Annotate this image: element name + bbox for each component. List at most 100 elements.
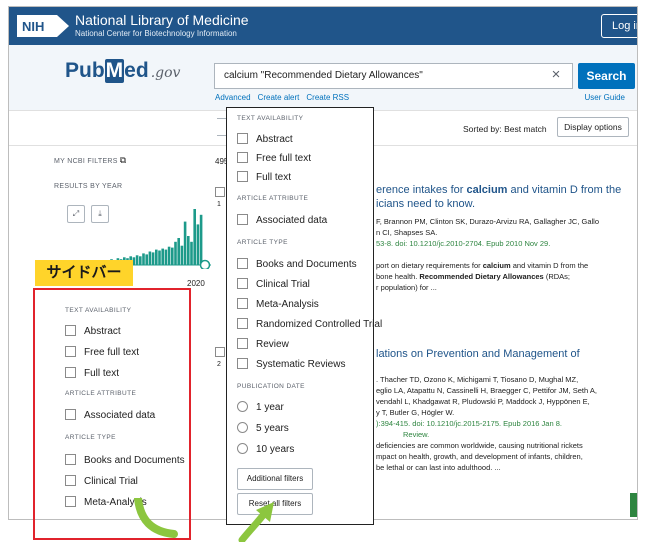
panel-filter-review[interactable]: Review bbox=[237, 338, 289, 351]
nih-logo-text: NIH bbox=[22, 19, 44, 34]
checkbox[interactable] bbox=[237, 358, 248, 369]
checkbox[interactable] bbox=[237, 278, 248, 289]
histogram-bar[interactable] bbox=[187, 236, 190, 265]
result-authors: eglio LA, Atapattu N, Cassinelli H, Brae… bbox=[376, 386, 597, 395]
result-number: 2 bbox=[217, 361, 221, 368]
search-input[interactable]: calcium "Recommended Dietary Allowances" bbox=[214, 63, 573, 89]
checkbox[interactable] bbox=[237, 214, 248, 225]
result-snippet: r population) for ... bbox=[376, 283, 437, 292]
histogram-bar[interactable] bbox=[199, 214, 203, 265]
logo-ed: ed bbox=[124, 59, 149, 82]
checkbox[interactable] bbox=[237, 338, 248, 349]
histogram-bar[interactable] bbox=[135, 255, 139, 265]
checkbox[interactable] bbox=[237, 318, 248, 329]
radio[interactable] bbox=[237, 443, 248, 454]
advanced-link[interactable]: Advanced bbox=[215, 93, 251, 102]
result-title-line[interactable]: icians need to know. bbox=[376, 198, 475, 211]
filter-label: 1 year bbox=[256, 402, 284, 413]
external-link-icon: ⧉ bbox=[119, 155, 127, 165]
logo-pub: Pub bbox=[65, 59, 105, 82]
checkbox[interactable] bbox=[237, 298, 248, 309]
radio[interactable] bbox=[237, 422, 248, 433]
result-title[interactable]: lations on Prevention and Management of bbox=[376, 348, 580, 361]
histogram-bar[interactable] bbox=[139, 256, 142, 265]
logo-gov: .gov bbox=[150, 65, 181, 81]
user-guide-link[interactable]: User Guide bbox=[585, 93, 625, 102]
panel-filter-clinical-trial[interactable]: Clinical Trial bbox=[237, 278, 310, 291]
histogram-bar[interactable] bbox=[193, 209, 196, 265]
panel-filter-associated-data[interactable]: Associated data bbox=[237, 214, 327, 227]
panel-filter-books-documents[interactable]: Books and Documents bbox=[237, 258, 357, 271]
pubmed-logo[interactable]: PubMed .gov bbox=[65, 59, 180, 83]
filter-label: Randomized Controlled Trial bbox=[256, 319, 383, 330]
result-review-tag: Review. bbox=[403, 430, 430, 439]
result-checkbox[interactable] bbox=[215, 347, 225, 357]
search-button[interactable]: Search bbox=[578, 63, 635, 89]
feedback-button[interactable] bbox=[630, 493, 637, 517]
panel-text-availability-heading: TEXT AVAILABILITY bbox=[237, 115, 304, 122]
histogram-bar[interactable] bbox=[148, 251, 152, 266]
result-number: 1 bbox=[217, 201, 221, 208]
result-authors: . Thacher TD, Ozono K, Michigami T, Tios… bbox=[376, 375, 579, 384]
year-label: 2020 bbox=[187, 279, 205, 288]
histogram-bar[interactable] bbox=[177, 238, 180, 265]
panel-filter-systematic-reviews[interactable]: Systematic Reviews bbox=[237, 358, 345, 371]
result-snippet: deficiencies are common worldwide, causi… bbox=[376, 441, 583, 450]
panel-date-10-years[interactable]: 10 years bbox=[237, 443, 294, 456]
result-authors: y T, Butler G, Högler W. bbox=[376, 408, 455, 417]
additional-filters-button[interactable]: Additional filters bbox=[237, 468, 313, 490]
panel-date-1-year[interactable]: 1 year bbox=[237, 401, 284, 414]
nih-header: NIH National Library of Medicine Nationa… bbox=[9, 7, 637, 45]
panel-filter-free-full-text[interactable]: Free full text bbox=[237, 152, 311, 165]
filter-label: 5 years bbox=[256, 423, 289, 434]
my-ncbi-filters[interactable]: MY NCBI FILTERS ⧉ bbox=[54, 155, 127, 166]
clear-icon[interactable]: × bbox=[546, 65, 566, 85]
panel-filter-meta-analysis[interactable]: Meta-Analysis bbox=[237, 298, 319, 311]
filter-label: Meta-Analysis bbox=[256, 299, 319, 310]
create-rss-link[interactable]: Create RSS bbox=[306, 93, 349, 102]
display-options-button[interactable]: Display options bbox=[557, 117, 629, 137]
radio[interactable] bbox=[237, 401, 248, 412]
results-by-year-label: RESULTS BY YEAR bbox=[54, 183, 123, 190]
login-button[interactable]: Log in bbox=[601, 14, 637, 38]
checkbox[interactable] bbox=[237, 258, 248, 269]
result-snippet: port on dietary requirements for calcium… bbox=[376, 261, 589, 270]
histogram-bar[interactable] bbox=[171, 247, 174, 265]
histogram-bar[interactable] bbox=[142, 253, 145, 265]
histogram-bar[interactable] bbox=[158, 250, 161, 266]
filter-label: 10 years bbox=[256, 444, 295, 455]
panel-filter-rct[interactable]: Randomized Controlled Trial bbox=[237, 318, 382, 331]
histogram-bar[interactable] bbox=[167, 246, 171, 265]
checkbox[interactable] bbox=[237, 171, 248, 182]
search-links: Advanced Create alert Create RSS bbox=[215, 93, 356, 102]
histogram-bar[interactable] bbox=[196, 224, 200, 265]
checkbox[interactable] bbox=[237, 133, 248, 144]
histogram-bar[interactable] bbox=[174, 241, 177, 265]
panel-filter-full-text[interactable]: Full text bbox=[237, 171, 291, 184]
create-alert-link[interactable]: Create alert bbox=[258, 93, 300, 102]
checkbox[interactable] bbox=[237, 152, 248, 163]
logo-m: M bbox=[104, 59, 125, 83]
histogram-bar[interactable] bbox=[183, 221, 187, 265]
result-snippet: bone health. Recommended Dietary Allowan… bbox=[376, 272, 570, 281]
arrow-up-icon bbox=[238, 502, 274, 542]
search-band: PubMed .gov calcium "Recommended Dietary … bbox=[9, 45, 637, 111]
result-title[interactable]: erence intakes for calcium and vitamin D… bbox=[376, 184, 621, 197]
panel-filter-abstract[interactable]: Abstract bbox=[237, 133, 293, 146]
result-checkbox[interactable] bbox=[215, 187, 225, 197]
filter-label: Free full text bbox=[256, 153, 312, 164]
histogram-bar[interactable] bbox=[180, 245, 184, 265]
histogram-bar[interactable] bbox=[151, 252, 155, 265]
result-citation: 53-8. doi: 10.1210/jc.2010-2704. Epub 20… bbox=[376, 239, 551, 248]
histogram-bar[interactable] bbox=[164, 249, 168, 265]
year-range-handle[interactable] bbox=[199, 259, 211, 270]
histogram-bar[interactable] bbox=[190, 241, 193, 265]
histogram-bar[interactable] bbox=[161, 248, 164, 265]
nlm-title[interactable]: National Library of Medicine bbox=[75, 13, 249, 28]
histogram-bar[interactable] bbox=[145, 254, 148, 265]
histogram-bar[interactable] bbox=[155, 249, 158, 265]
panel-date-5-years[interactable]: 5 years bbox=[237, 422, 289, 435]
curved-arrow-icon bbox=[134, 498, 178, 538]
panel-article-type-heading: ARTICLE TYPE bbox=[237, 239, 288, 246]
nih-logo[interactable]: NIH bbox=[17, 15, 69, 37]
